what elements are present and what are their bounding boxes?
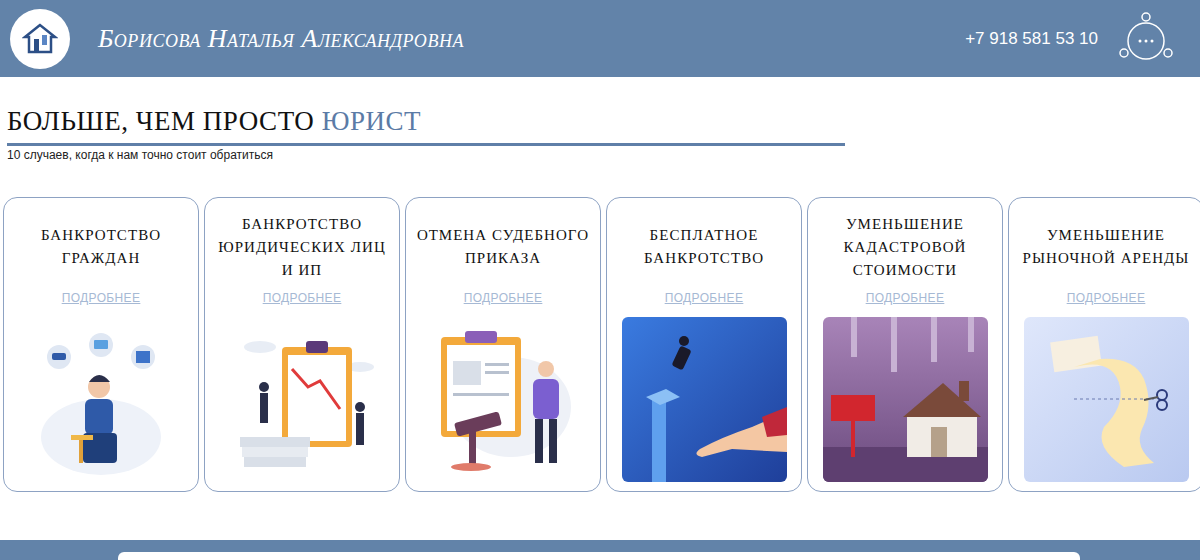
lawyer-name: Борисова Наталья Александровна: [98, 19, 464, 58]
section-heading: БОЛЬШЕ, ЧЕМ ПРОСТО ЮРИСТ: [7, 105, 845, 146]
details-link[interactable]: ПОДРОБНЕЕ: [665, 289, 744, 307]
card-title: ОТМЕНА СУДЕБНОГО ПРИКАЗА: [406, 208, 600, 286]
intro: БОЛЬШЕ, ЧЕМ ПРОСТО ЮРИСТ10 случаев, когд…: [0, 77, 1200, 163]
rent-picture: [1024, 317, 1189, 482]
business-decline-illustration-icon: [220, 317, 385, 482]
heading-accent: ЮРИСТ: [322, 106, 421, 136]
card-title: БАНКРОТСТВО ЮРИДИЧЕСКИХ ЛИЦ И ИП: [205, 208, 399, 286]
logo[interactable]: [10, 9, 70, 69]
service-card[interactable]: БАНКРОТСТВО ГРАЖДАН ПОДРОБНЕЕ: [3, 197, 199, 492]
card-title: БЕСПЛАТНОЕ БАНКРОТСТВО: [607, 208, 801, 286]
service-card[interactable]: УМЕНЬШЕНИЕ РЫНОЧНОЙ АРЕНДЫ ПОДРОБНЕЕ: [1008, 197, 1200, 492]
chat-icon[interactable]: [1116, 9, 1176, 69]
footer-panel: [118, 552, 1080, 560]
card-title: УМЕНЬШЕНИЕ РЫНОЧНОЙ АРЕНДЫ: [1009, 208, 1200, 286]
details-link[interactable]: ПОДРОБНЕЕ: [62, 289, 141, 307]
service-card[interactable]: УМЕНЬШЕНИЕ КАДАСТРОВОЙ СТОИМОСТИ ПОДРОБНЕ…: [807, 197, 1003, 492]
tax-scroll-icon: [1024, 317, 1189, 482]
debtor-illustration-icon: [19, 317, 184, 482]
cadastral-picture: [823, 317, 988, 482]
header: Борисова Наталья Александровна +7 918 581…: [0, 0, 1200, 77]
service-card[interactable]: БАНКРОТСТВО ЮРИДИЧЕСКИХ ЛИЦ И ИП ПОДРОБНЕ…: [204, 197, 400, 492]
house-logo-icon: [22, 21, 58, 57]
house-price-icon: [823, 317, 988, 482]
details-link[interactable]: ПОДРОБНЕЕ: [866, 289, 945, 307]
details-link[interactable]: ПОДРОБНЕЕ: [263, 289, 342, 307]
footer-band: [0, 540, 1200, 560]
service-cards: БАНКРОТСТВО ГРАЖДАНПОДРОБНЕЕБАНКРОТСТВО …: [0, 197, 1200, 492]
court-order-illustration-icon: [421, 317, 586, 482]
details-link[interactable]: ПОДРОБНЕЕ: [1067, 289, 1146, 307]
card-title: УМЕНЬШЕНИЕ КАДАСТРОВОЙ СТОИМОСТИ: [808, 208, 1002, 286]
free-bankruptcy-picture: [622, 317, 787, 482]
section-subtitle: 10 случаев, когда к нам точно стоит обра…: [7, 147, 1200, 163]
details-link[interactable]: ПОДРОБНЕЕ: [464, 289, 543, 307]
service-card[interactable]: ОТМЕНА СУДЕБНОГО ПРИКАЗА ПОДРОБНЕЕ: [405, 197, 601, 492]
card-title: БАНКРОТСТВО ГРАЖДАН: [4, 208, 198, 286]
page: Борисова Наталья Александровна +7 918 581…: [0, 0, 1200, 560]
helping-hand-icon: [622, 317, 787, 482]
phone-number[interactable]: +7 918 581 53 10: [965, 26, 1098, 52]
service-card[interactable]: БЕСПЛАТНОЕ БАНКРОТСТВО ПОДРОБНЕЕ: [606, 197, 802, 492]
